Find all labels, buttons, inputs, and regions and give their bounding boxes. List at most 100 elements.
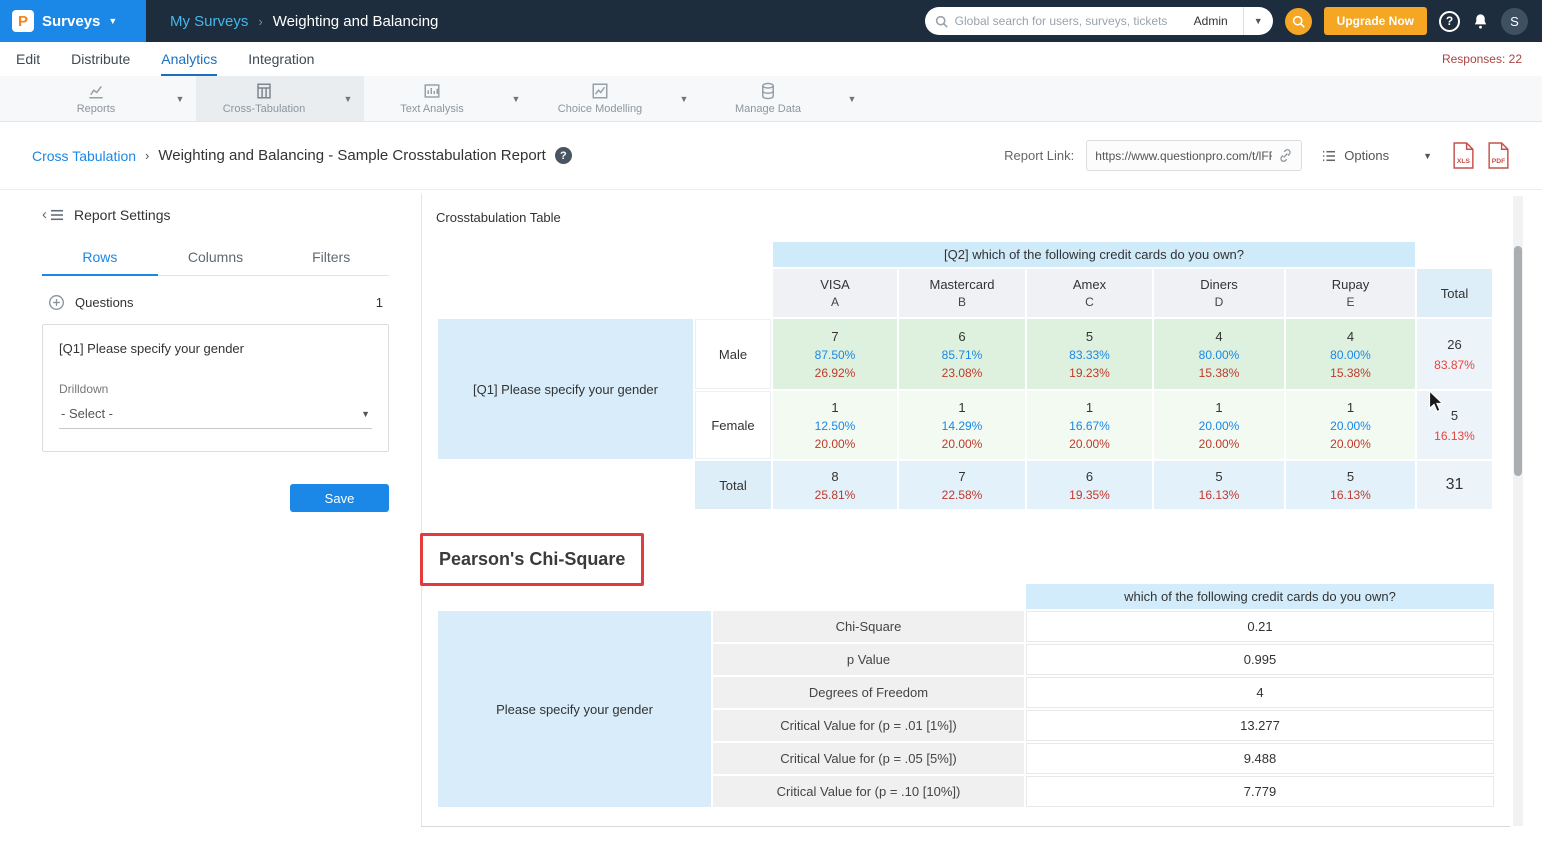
chevron-down-icon: ▼	[848, 94, 857, 104]
question-text: [Q1] Please specify your gender	[59, 341, 372, 356]
save-button[interactable]: Save	[290, 484, 389, 512]
tab-columns[interactable]: Columns	[158, 240, 274, 276]
ribbon-label: Reports	[77, 103, 116, 115]
crosstab-q2-header: [Q2] which of the following credit cards…	[773, 242, 1415, 267]
chevron-down-icon: ▼	[176, 94, 185, 104]
settings-tabs: Rows Columns Filters	[42, 240, 389, 276]
reports-dropdown[interactable]: ▼	[164, 76, 196, 121]
search-scope-dropdown[interactable]: ▼	[1243, 7, 1273, 35]
breadcrumb-my-surveys[interactable]: My Surveys	[170, 13, 248, 30]
responses-count: Responses: 22	[1442, 52, 1526, 66]
questions-row: Questions 1	[42, 294, 389, 311]
questions-label: Questions	[75, 295, 134, 310]
search-icon	[935, 15, 948, 28]
save-row: Save	[42, 484, 389, 512]
pearson-highlight-annotation: Pearson's Chi-Square	[420, 533, 644, 586]
ribbon-group-reports: Reports ▼	[28, 76, 196, 121]
product-switcher[interactable]: P Surveys ▼	[0, 0, 146, 42]
chi-empty-cell	[438, 584, 1024, 609]
chevron-down-icon: ▼	[344, 94, 353, 104]
breadcrumb-separator-icon: ›	[145, 148, 149, 163]
global-search-input[interactable]	[955, 14, 1187, 28]
ribbon-group-manage-data: Manage Data ▼	[700, 76, 868, 121]
drilldown-select[interactable]: - Select - ▼	[59, 396, 372, 429]
tab-analytics[interactable]: Analytics	[161, 42, 217, 76]
breadcrumb-separator-icon: ›	[258, 14, 262, 29]
crosstab-cell: 480.00%15.38%	[1286, 319, 1415, 389]
tab-integration[interactable]: Integration	[248, 42, 314, 76]
collapse-panel-button[interactable]: ‹	[42, 206, 64, 223]
chevron-down-icon: ▼	[1423, 151, 1432, 161]
breadcrumb-current-survey: Weighting and Balancing	[273, 13, 439, 30]
global-search: Admin ▼	[925, 7, 1273, 35]
ribbon-group-cross-tabulation: Cross-Tabulation ▼	[196, 76, 364, 121]
crosstab-total-cell: 825.81%	[773, 461, 897, 509]
tab-edit[interactable]: Edit	[16, 42, 40, 76]
search-submit-button[interactable]	[1285, 8, 1312, 35]
crosstab-row-question-header: [Q1] Please specify your gender	[438, 319, 693, 459]
cross-tabulation-link[interactable]: Cross Tabulation	[32, 148, 136, 164]
tab-filters[interactable]: Filters	[273, 240, 389, 276]
tab-rows[interactable]: Rows	[42, 240, 158, 276]
panel-divider	[421, 194, 422, 826]
settings-header: ‹ Report Settings	[42, 206, 389, 223]
scrollbar-thumb[interactable]	[1514, 246, 1522, 476]
crosstab-cell: 685.71%23.08%	[899, 319, 1025, 389]
ribbon-item-manage-data[interactable]: Manage Data	[700, 76, 836, 121]
crosstab-row-label-male: Male	[695, 319, 771, 389]
text-analysis-dropdown[interactable]: ▼	[500, 76, 532, 121]
chevron-down-icon: ▼	[512, 94, 521, 104]
chi-square-table: which of the following credit cards do y…	[436, 582, 1496, 809]
crosstab-corner-cell	[438, 242, 771, 317]
settings-title: Report Settings	[74, 207, 171, 223]
manage-data-dropdown[interactable]: ▼	[836, 76, 868, 121]
tab-distribute[interactable]: Distribute	[71, 42, 130, 76]
report-link-field	[1086, 140, 1302, 171]
pearson-title: Pearson's Chi-Square	[439, 549, 625, 569]
ribbon-item-cross-tabulation[interactable]: Cross-Tabulation	[196, 76, 332, 121]
cross-tabulation-dropdown[interactable]: ▼	[332, 76, 364, 121]
chi-stat-value: 0.21	[1026, 611, 1494, 642]
chi-stat-label: Degrees of Freedom	[713, 677, 1024, 708]
add-question-icon[interactable]	[48, 294, 65, 311]
report-url-input[interactable]	[1095, 149, 1272, 163]
chevron-down-icon: ▼	[361, 409, 370, 419]
report-link-label: Report Link:	[1004, 148, 1074, 163]
vertical-scrollbar[interactable]	[1513, 196, 1523, 826]
topbar-actions: Admin ▼ Upgrade Now ? S	[925, 7, 1542, 35]
crosstab-row-total-male: 2683.87%	[1417, 319, 1492, 389]
crosstab-col-header-amex: AmexC	[1027, 269, 1152, 317]
crosstab-cell: 112.50%20.00%	[773, 391, 897, 459]
ribbon-group-text-analysis: Text Analysis ▼	[364, 76, 532, 121]
ribbon-item-text-analysis[interactable]: Text Analysis	[364, 76, 500, 121]
export-pdf-button[interactable]: PDF	[1487, 142, 1510, 169]
ribbon-item-reports[interactable]: Reports	[28, 76, 164, 121]
chi-stat-value: 0.995	[1026, 644, 1494, 675]
choice-modelling-dropdown[interactable]: ▼	[668, 76, 700, 121]
help-icon[interactable]: ?	[555, 147, 572, 164]
chi-stat-label: Chi-Square	[713, 611, 1024, 642]
help-button[interactable]: ?	[1439, 11, 1460, 32]
line-chart-icon	[87, 82, 105, 100]
ribbon-label: Manage Data	[735, 103, 801, 115]
crosstab-total-cell: 516.13%	[1154, 461, 1284, 509]
options-button[interactable]: Options ▼	[1314, 142, 1440, 169]
crosstab-cell: 480.00%15.38%	[1154, 319, 1284, 389]
notifications-bell-icon[interactable]	[1472, 13, 1489, 30]
chi-stat-label: p Value	[713, 644, 1024, 675]
crosstab-col-header-mastercard: MastercardB	[899, 269, 1025, 317]
report-settings-panel: ‹ Report Settings Rows Columns Filters Q…	[42, 206, 389, 512]
user-avatar[interactable]: S	[1501, 8, 1528, 35]
crosstab-cell: 114.29%20.00%	[899, 391, 1025, 459]
upgrade-now-button[interactable]: Upgrade Now	[1324, 7, 1427, 35]
link-icon[interactable]	[1278, 148, 1293, 163]
breadcrumb: My Surveys › Weighting and Balancing	[170, 13, 438, 30]
ribbon-item-choice-modelling[interactable]: Choice Modelling	[532, 76, 668, 121]
database-icon	[759, 82, 777, 100]
questions-count: 1	[376, 295, 383, 310]
chi-row-header: Please specify your gender	[438, 611, 711, 807]
pdf-file-icon: PDF	[1487, 142, 1510, 169]
export-xls-button[interactable]: XLS	[1452, 142, 1475, 169]
drilldown-label: Drilldown	[59, 382, 372, 396]
chi-stat-value: 13.277	[1026, 710, 1494, 741]
